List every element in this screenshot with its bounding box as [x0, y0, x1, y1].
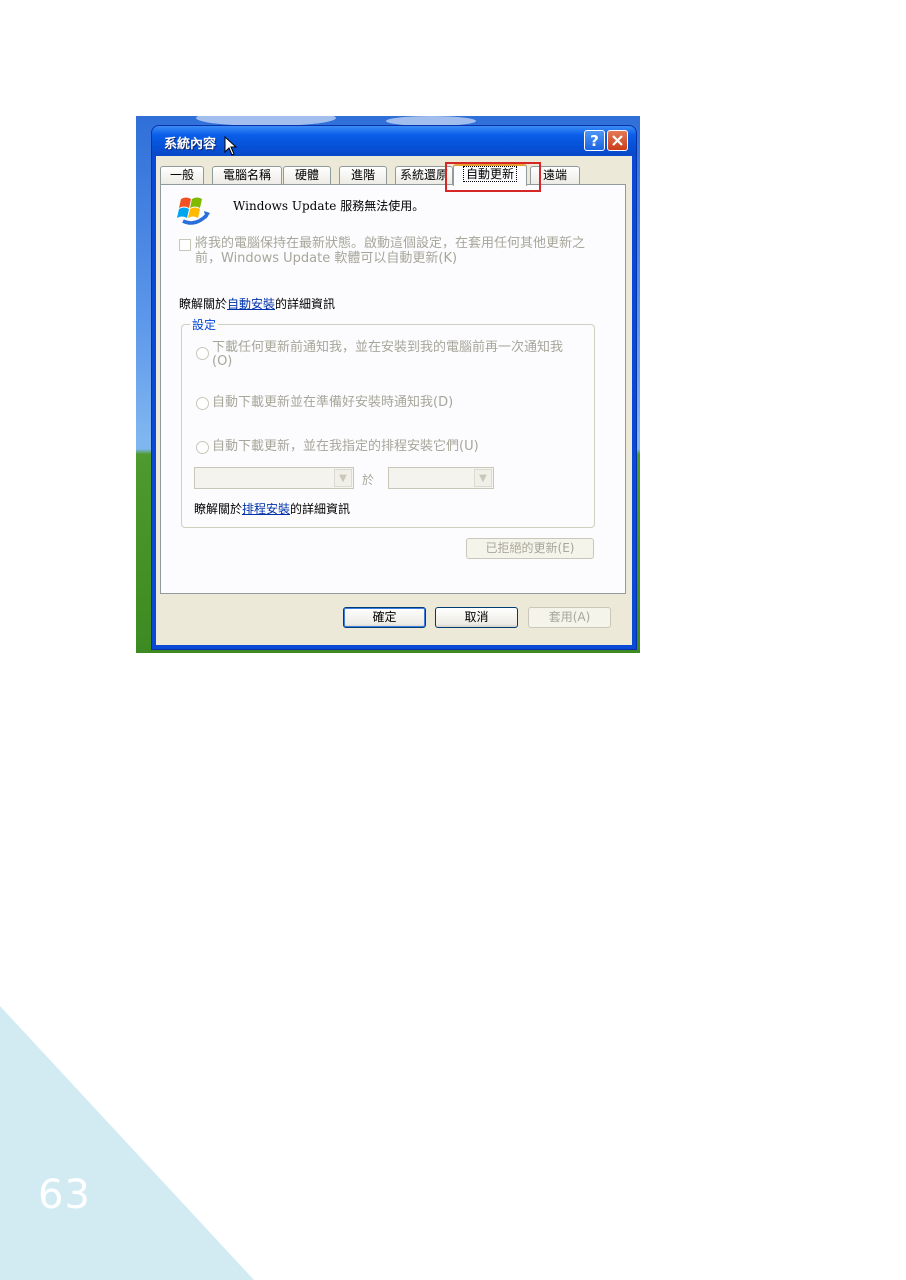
- cancel-button[interactable]: 取消: [435, 607, 518, 628]
- auto-install-link[interactable]: 自動安裝: [227, 297, 275, 311]
- system-properties-dialog: 系統內容 ? 一般 電腦名稱 硬體 進階 系統還原 自動更新 遠端 Window…: [152, 126, 636, 649]
- tab-general[interactable]: 一般: [160, 166, 204, 184]
- ok-button[interactable]: 確定: [343, 607, 426, 628]
- chevron-down-icon: ▼: [474, 469, 492, 487]
- page-number: 63: [38, 1172, 91, 1218]
- tab-strip: 一般 電腦名稱 硬體 進階 系統還原 自動更新 遠端: [160, 162, 630, 192]
- radio-auto-download-notify[interactable]: [196, 397, 209, 410]
- time-select[interactable]: ▼: [388, 467, 494, 489]
- learn-sched-prefix: 瞭解關於: [194, 502, 243, 516]
- screenshot: 系統內容 ? 一般 電腦名稱 硬體 進階 系統還原 自動更新 遠端 Window…: [136, 116, 640, 653]
- radio-notify-download-label: 下載任何更新前通知我，並在安裝到我的電腦前再一次通知我(O): [212, 340, 564, 369]
- scheduled-install-link[interactable]: 排程安裝: [242, 502, 290, 516]
- chevron-down-icon: ▼: [334, 469, 352, 487]
- close-icon: [612, 135, 623, 146]
- dialog-client: 一般 電腦名稱 硬體 進階 系統還原 自動更新 遠端 Windows Updat…: [156, 156, 632, 645]
- dialog-title: 系統內容: [164, 137, 217, 152]
- radio-auto-download-notify-label: 自動下載更新並在準備好安裝時通知我(D): [212, 395, 454, 410]
- keep-updated-label: 將我的電腦保持在最新狀態。啟動這個設定，在套用任何其他更新之前，Windows …: [195, 236, 586, 266]
- declined-updates-button[interactable]: 已拒絕的更新(E): [466, 538, 594, 559]
- apply-button[interactable]: 套用(A): [528, 607, 611, 628]
- learn-auto-install: 瞭解關於自動安裝的詳細資訊: [179, 295, 335, 312]
- help-button[interactable]: ?: [584, 130, 605, 151]
- learn-scheduled-install: 瞭解關於排程安裝的詳細資訊: [194, 500, 350, 517]
- red-highlight-box: [445, 162, 541, 192]
- automatic-updates-panel: Windows Update 服務無法使用。 將我的電腦保持在最新狀態。啟動這個…: [160, 184, 626, 594]
- settings-group: 設定 下載任何更新前通知我，並在安裝到我的電腦前再一次通知我(O) 自動下載更新…: [181, 316, 595, 528]
- mouse-cursor-icon: [224, 136, 238, 156]
- settings-group-title: 設定: [190, 316, 219, 333]
- at-label: 於: [362, 473, 375, 487]
- title-bar[interactable]: 系統內容 ?: [152, 126, 636, 156]
- tab-hardware[interactable]: 硬體: [283, 166, 331, 184]
- learn-sched-suffix: 的詳細資訊: [290, 502, 351, 516]
- tab-computer-name[interactable]: 電腦名稱: [212, 166, 282, 184]
- learn-auto-suffix: 的詳細資訊: [275, 297, 336, 311]
- windows-update-icon: [177, 197, 210, 225]
- tab-advanced[interactable]: 進階: [339, 166, 387, 184]
- close-button[interactable]: [607, 130, 628, 151]
- keep-updated-checkbox[interactable]: [179, 239, 191, 251]
- radio-scheduled-install[interactable]: [196, 441, 209, 454]
- learn-auto-prefix: 瞭解關於: [179, 297, 228, 311]
- radio-notify-download[interactable]: [196, 347, 209, 360]
- service-status-text: Windows Update 服務無法使用。: [233, 199, 425, 213]
- radio-scheduled-install-label: 自動下載更新，並在我指定的排程安裝它們(U): [212, 439, 479, 454]
- day-select[interactable]: ▼: [194, 467, 354, 489]
